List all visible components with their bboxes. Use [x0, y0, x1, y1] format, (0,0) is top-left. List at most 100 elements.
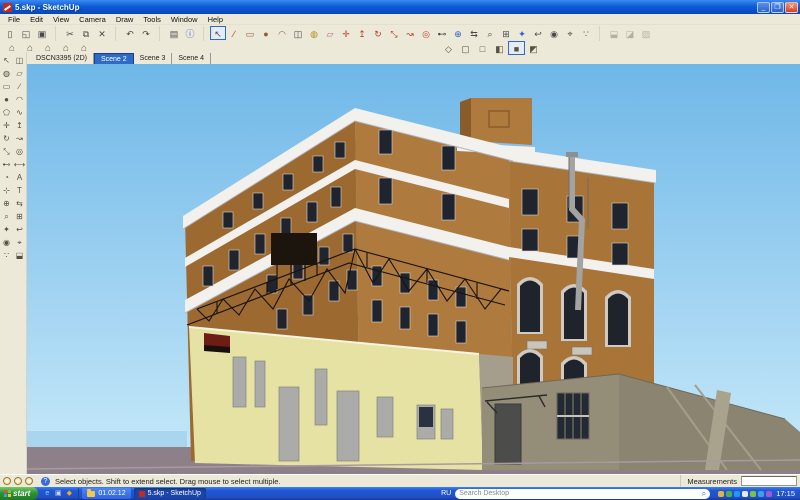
tape-measure-button[interactable]: ⊷ — [434, 26, 450, 40]
palette-orbit-button[interactable]: ⊕ — [0, 197, 13, 210]
desktop-icon[interactable]: ▣ — [54, 490, 62, 498]
internet-explorer-icon[interactable]: e — [43, 490, 51, 498]
restore-button[interactable]: ❐ — [771, 1, 784, 13]
palette-select-button[interactable]: ↖ — [0, 54, 13, 67]
save-button[interactable]: ▣ — [34, 26, 50, 40]
menu-help[interactable]: Help — [203, 15, 228, 24]
copy-button[interactable]: ⧉ — [78, 26, 94, 40]
scene-tab-scene-4[interactable]: Scene 4 — [172, 53, 212, 64]
zoom-window-button[interactable]: ⊞ — [498, 26, 514, 40]
media-app-icon[interactable]: ◆ — [65, 490, 73, 498]
tray-antivirus-icon[interactable] — [718, 490, 725, 497]
pan-button[interactable]: ⇆ — [466, 26, 482, 40]
line-button[interactable]: ∕ — [226, 26, 242, 40]
menu-draw[interactable]: Draw — [111, 15, 139, 24]
help-icon[interactable]: ? — [41, 476, 50, 486]
measurements-input[interactable] — [741, 476, 797, 486]
language-indicator[interactable]: RU — [437, 490, 455, 497]
palette-follow-me-button[interactable]: ↝ — [13, 132, 26, 145]
scene-tab-scene-2[interactable]: Scene 2 — [93, 53, 134, 64]
palette-zoom-window-button[interactable]: ⊞ — [13, 210, 26, 223]
palette-section-plane-button[interactable]: ⬓ — [13, 249, 26, 262]
menu-tools[interactable]: Tools — [138, 15, 166, 24]
offset-button[interactable]: ◎ — [418, 26, 434, 40]
minimize-button[interactable]: _ — [757, 1, 770, 13]
tray-network-icon[interactable] — [750, 490, 757, 497]
paint-bucket-button[interactable]: ◍ — [306, 26, 322, 40]
palette-tape-measure-button[interactable]: ⊷ — [0, 158, 13, 171]
zoom-extents-button[interactable]: ✦ — [514, 26, 530, 40]
model-info-button[interactable]: ⓘ — [182, 26, 198, 40]
palette-eraser-button[interactable]: ▱ — [13, 67, 26, 80]
palette-scale-button[interactable]: ⤡ — [0, 145, 13, 158]
previous-view-button[interactable]: ↩ — [530, 26, 546, 40]
tray-app-icon[interactable] — [766, 490, 773, 497]
palette-line-button[interactable]: ∕ — [13, 80, 26, 93]
palette-previous-view-button[interactable]: ↩ — [13, 223, 26, 236]
palette-polygon-button[interactable]: ⬠ — [0, 106, 13, 119]
palette-pan-button[interactable]: ⇆ — [13, 197, 26, 210]
cut-button[interactable]: ✂ — [62, 26, 78, 40]
sign-in-icon[interactable] — [25, 477, 33, 485]
palette-rectangle-button[interactable]: ▭ — [0, 80, 13, 93]
tray-update-icon[interactable] — [734, 490, 741, 497]
scene-tab-dscn3395-2d-[interactable]: DSCN3395 (2D) — [30, 53, 94, 64]
walk-button[interactable]: ∵ — [578, 26, 594, 40]
arc-button[interactable]: ◠ — [274, 26, 290, 40]
palette-move-button[interactable]: ✛ — [0, 119, 13, 132]
menu-window[interactable]: Window — [166, 15, 203, 24]
palette-dimension-button[interactable]: ⟷ — [13, 158, 26, 171]
print-button[interactable]: ▤ — [166, 26, 182, 40]
taskbar-button-5-skp-sketchup[interactable]: 5.skp - SketchUp — [133, 488, 206, 499]
select-button[interactable]: ↖ — [210, 26, 226, 40]
make-component-button[interactable]: ◫ — [290, 26, 306, 40]
zoom-button[interactable]: ⌕ — [482, 26, 498, 40]
circle-button[interactable]: ● — [258, 26, 274, 40]
scene-tab-scene-3[interactable]: Scene 3 — [134, 53, 173, 64]
palette-protractor-button[interactable]: ◔ — [0, 171, 13, 184]
palette-arc-button[interactable]: ◠ — [13, 93, 26, 106]
palette-zoom-extents-button[interactable]: ✦ — [0, 223, 13, 236]
look-around-button[interactable]: ⌖ — [562, 26, 578, 40]
geo-location-icon[interactable] — [3, 477, 11, 485]
tray-volume-icon[interactable] — [742, 490, 749, 497]
palette-axes-button[interactable]: ⊹ — [0, 184, 13, 197]
palette-zoom-button[interactable]: ⌕ — [0, 210, 13, 223]
palette-push-pull-button[interactable]: ↥ — [13, 119, 26, 132]
palette-paint-bucket-button[interactable]: ◍ — [0, 67, 13, 80]
palette-3d-text-button[interactable]: T — [13, 184, 26, 197]
follow-me-button[interactable]: ↝ — [402, 26, 418, 40]
menu-file[interactable]: File — [3, 15, 25, 24]
palette-circle-button[interactable]: ● — [0, 93, 13, 106]
palette-rotate-button[interactable]: ↻ — [0, 132, 13, 145]
desktop-search-box[interactable]: Search Desktop ⌕ — [455, 488, 711, 499]
palette-offset-button[interactable]: ◎ — [13, 145, 26, 158]
new-button[interactable]: ▯ — [2, 26, 18, 40]
scale-button[interactable]: ⤡ — [386, 26, 402, 40]
eraser-button[interactable]: ▱ — [322, 26, 338, 40]
palette-position-camera-button[interactable]: ◉ — [0, 236, 13, 249]
move-button[interactable]: ✛ — [338, 26, 354, 40]
push-pull-button[interactable]: ↥ — [354, 26, 370, 40]
orbit-button[interactable]: ⊕ — [450, 26, 466, 40]
menu-edit[interactable]: Edit — [25, 15, 48, 24]
palette-look-around-button[interactable]: ⌖ — [13, 236, 26, 249]
palette-freehand-button[interactable]: ∿ — [13, 106, 26, 119]
claim-credit-icon[interactable] — [14, 477, 22, 485]
palette-walk-button[interactable]: ∵ — [0, 249, 13, 262]
menu-view[interactable]: View — [48, 15, 74, 24]
undo-button[interactable]: ↶ — [122, 26, 138, 40]
rotate-button[interactable]: ↻ — [370, 26, 386, 40]
taskbar-button-01-02-12[interactable]: 01.02.12 — [82, 488, 131, 499]
rectangle-button[interactable]: ▭ — [242, 26, 258, 40]
menu-camera[interactable]: Camera — [74, 15, 111, 24]
close-button[interactable]: ✕ — [785, 1, 798, 13]
open-button[interactable]: ◱ — [18, 26, 34, 40]
palette-text-button[interactable]: A — [13, 171, 26, 184]
tray-messenger-icon[interactable] — [726, 490, 733, 497]
start-button[interactable]: start — [0, 487, 39, 500]
palette-make-component-button[interactable]: ◫ — [13, 54, 26, 67]
redo-button[interactable]: ↷ — [138, 26, 154, 40]
erase-button[interactable]: ✕ — [94, 26, 110, 40]
search-icon[interactable]: ⌕ — [702, 489, 706, 499]
